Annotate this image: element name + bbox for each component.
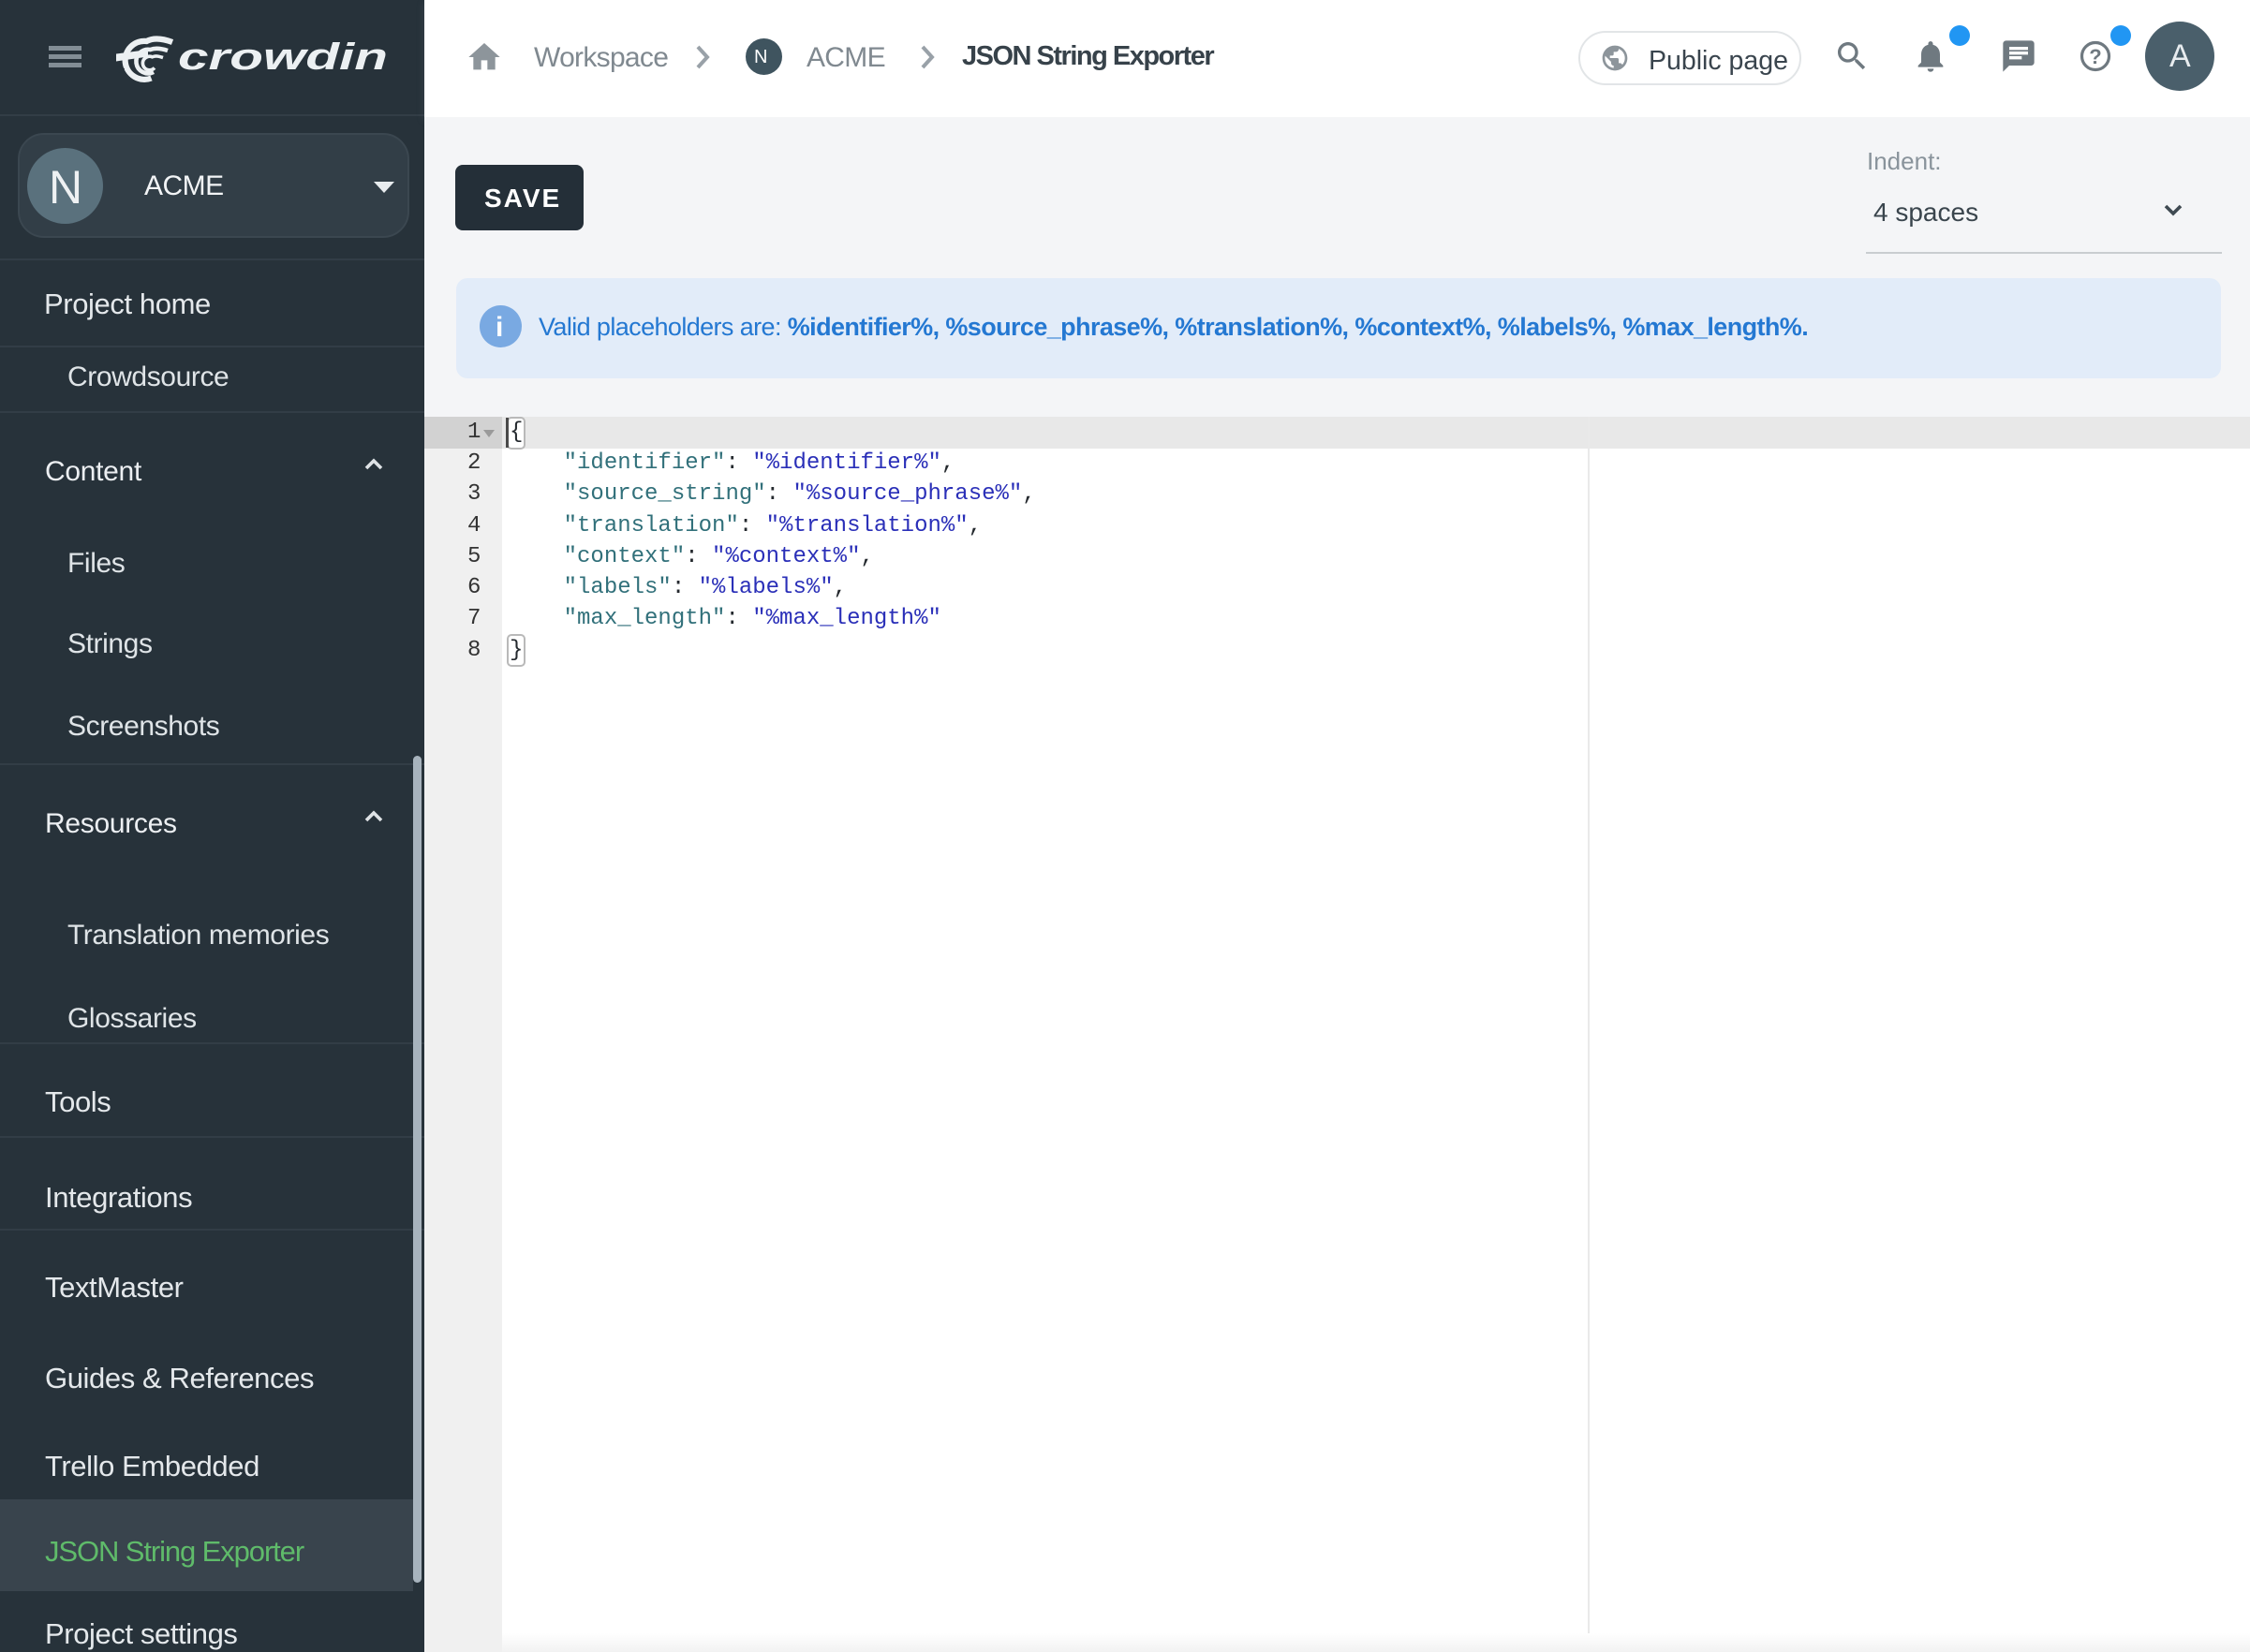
svg-text:crowdin: crowdin <box>178 37 388 78</box>
svg-text:?: ? <box>2089 45 2101 68</box>
